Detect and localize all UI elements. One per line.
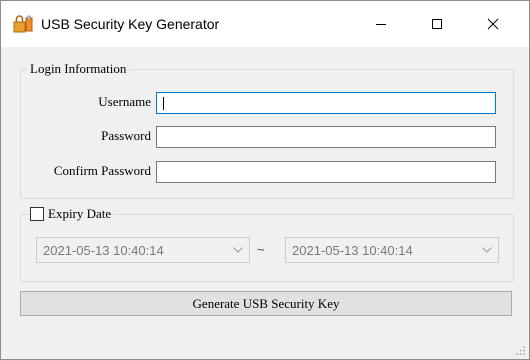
end-dropdown-button[interactable] — [476, 238, 498, 262]
minimize-icon — [376, 24, 386, 25]
minimize-button[interactable] — [353, 1, 409, 47]
resize-grip-icon[interactable] — [514, 344, 526, 356]
confirm-password-label: Confirm Password — [53, 163, 151, 178]
chevron-down-icon — [233, 247, 243, 253]
login-information-group: Login Information Username Password Conf… — [20, 61, 514, 199]
start-dropdown-button[interactable] — [227, 238, 249, 262]
expiry-date-label: Expiry Date — [48, 206, 112, 221]
generate-button-label: Generate USB Security Key — [192, 295, 340, 311]
maximize-button[interactable] — [409, 1, 465, 47]
expiry-date-toggle[interactable]: Expiry Date — [30, 206, 115, 222]
generate-usb-key-button[interactable]: Generate USB Security Key — [20, 291, 512, 316]
expiry-end-datepicker[interactable]: 2021-05-13 10:40:14 — [285, 237, 499, 263]
usb-lock-icon — [13, 15, 33, 33]
close-button[interactable] — [465, 1, 521, 47]
close-icon — [487, 18, 499, 30]
login-group-title: Login Information — [27, 61, 130, 77]
chevron-down-icon — [482, 247, 492, 253]
expiry-date-checkbox[interactable] — [30, 207, 44, 221]
expiry-date-group: Expiry Date 2021-05-13 10:40:14 ~ 2021-0… — [20, 206, 514, 282]
password-label: Password — [101, 128, 151, 143]
username-field[interactable] — [156, 92, 496, 114]
password-field[interactable] — [156, 126, 496, 148]
date-range-separator: ~ — [257, 242, 265, 257]
text-caret — [163, 97, 164, 110]
title-bar[interactable]: USB Security Key Generator — [1, 1, 529, 47]
expiry-start-value: 2021-05-13 10:40:14 — [43, 243, 164, 258]
window-title: USB Security Key Generator — [41, 16, 220, 32]
app-window: USB Security Key Generator Login Informa… — [0, 0, 530, 360]
expiry-end-value: 2021-05-13 10:40:14 — [292, 243, 413, 258]
expiry-start-datepicker[interactable]: 2021-05-13 10:40:14 — [36, 237, 250, 263]
confirm-password-field[interactable] — [156, 161, 496, 183]
username-label: Username — [98, 94, 151, 109]
maximize-icon — [432, 19, 442, 29]
